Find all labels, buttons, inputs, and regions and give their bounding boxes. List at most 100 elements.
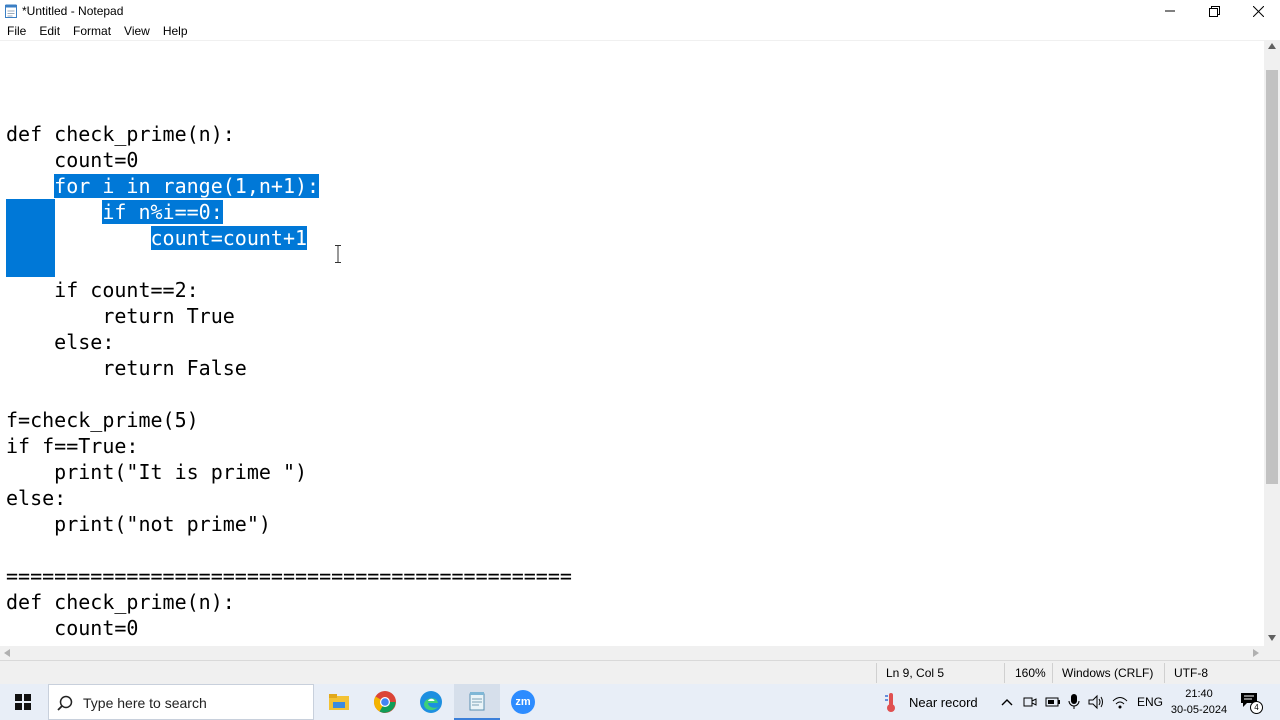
menu-file[interactable]: File <box>0 22 32 40</box>
minimize-icon <box>1165 10 1175 12</box>
notification-center-button[interactable]: 4 <box>1240 692 1263 714</box>
wifi-icon[interactable] <box>1112 694 1128 710</box>
line-ending: Windows (CRLF) <box>1062 666 1154 680</box>
code-line[interactable]: else: <box>6 329 114 355</box>
edge-icon <box>420 691 442 713</box>
code-line[interactable]: count=0 <box>6 147 138 173</box>
text-cursor-icon <box>335 245 341 263</box>
status-divider <box>876 663 877 683</box>
code-text: ========================================… <box>6 564 572 588</box>
code-line[interactable]: def check_prime(n): <box>6 121 235 147</box>
code-text: print("not prime") <box>6 512 271 536</box>
code-line[interactable]: print("It is prime ") <box>6 459 307 485</box>
thermometer-icon <box>885 693 895 712</box>
code-text: def check_prime(n): <box>6 122 235 146</box>
code-line[interactable]: return False <box>6 355 247 381</box>
selected-text: if n%i==0: <box>102 200 223 224</box>
code-text: count=0 <box>6 148 139 172</box>
status-divider <box>1052 663 1053 683</box>
code-line[interactable]: if count==2: <box>6 277 199 303</box>
close-icon <box>1252 5 1264 17</box>
restore-button[interactable] <box>1192 0 1236 22</box>
search-placeholder: Type here to search <box>83 695 207 711</box>
cursor-position: Ln 9, Col 5 <box>886 666 945 680</box>
selected-text: for i in range(1,n+1): <box>54 174 320 198</box>
scroll-down-icon[interactable] <box>1268 635 1276 641</box>
text-editor[interactable]: def check_prime(n): count=0 for i in ran… <box>0 40 1264 647</box>
menu-format[interactable]: Format <box>66 22 117 40</box>
taskbar-chrome[interactable] <box>362 684 408 720</box>
code-line[interactable]: for i in range(1,n+1): <box>6 173 320 199</box>
horizontal-scrollbar[interactable] <box>0 646 1264 660</box>
taskbar: Type here to search zm Near record ENG 2… <box>0 684 1280 720</box>
menu-bar: File Edit Format View Help <box>0 22 1280 40</box>
code-text: else: <box>6 330 115 354</box>
status-bar: Ln 9, Col 5 160% Windows (CRLF) UTF-8 <box>0 660 1280 685</box>
volume-icon[interactable] <box>1088 694 1106 710</box>
weather-widget[interactable]: Near record <box>882 684 978 720</box>
code-line[interactable]: count=count+1 <box>6 225 308 251</box>
taskbar-edge[interactable] <box>408 684 454 720</box>
taskbar-notepad[interactable] <box>454 684 500 720</box>
file-explorer-icon <box>329 694 349 710</box>
code-line[interactable]: else: <box>6 485 66 511</box>
system-clock[interactable]: 21:40 30-05-2024 <box>1168 686 1230 718</box>
window-title: *Untitled - Notepad <box>22 4 124 18</box>
taskbar-search-box[interactable]: Type here to search <box>48 684 314 720</box>
encoding: UTF-8 <box>1174 666 1208 680</box>
notepad-icon <box>469 692 485 711</box>
code-line[interactable]: f=check_prime(5) <box>6 407 199 433</box>
taskbar-zoom[interactable]: zm <box>500 684 546 720</box>
code-line[interactable]: return True <box>6 303 235 329</box>
meet-now-icon[interactable] <box>1023 695 1037 709</box>
code-line[interactable]: def check_prime(n): <box>6 589 235 615</box>
code-text: f=check_prime(5) <box>6 408 199 432</box>
restore-icon <box>1208 5 1220 17</box>
code-line[interactable]: if n%i==0: <box>6 199 223 225</box>
code-text: if f==True: <box>6 434 139 458</box>
weather-text: Near record <box>909 694 978 710</box>
status-divider <box>1004 663 1005 683</box>
code-text: count=0 <box>6 616 139 640</box>
scroll-up-icon[interactable] <box>1268 43 1276 49</box>
zoom-icon: zm <box>511 690 535 714</box>
microphone-icon[interactable] <box>1068 694 1080 710</box>
taskbar-file-explorer[interactable] <box>316 684 362 720</box>
zoom-icon-label: zm <box>515 696 531 708</box>
code-line[interactable]: print("not prime") <box>6 511 271 537</box>
start-button[interactable] <box>0 684 46 720</box>
code-text: else: <box>6 486 67 510</box>
status-divider <box>1164 663 1165 683</box>
minimize-button[interactable] <box>1148 0 1192 22</box>
code-text: if count==2: <box>6 278 199 302</box>
title-bar: *Untitled - Notepad <box>0 0 1280 22</box>
search-icon <box>57 695 73 711</box>
chrome-icon <box>374 691 396 713</box>
close-button[interactable] <box>1236 0 1280 22</box>
scroll-left-icon[interactable] <box>4 649 10 657</box>
vertical-scrollbar[interactable] <box>1264 40 1280 646</box>
clock-time: 21:40 <box>1185 688 1213 700</box>
menu-edit[interactable]: Edit <box>32 22 66 40</box>
input-language[interactable]: ENG <box>1137 684 1163 720</box>
code-text: return True <box>6 304 235 328</box>
code-line[interactable]: if f==True: <box>6 433 138 459</box>
notepad-app-icon <box>5 4 17 18</box>
chevron-up-icon[interactable] <box>1001 698 1013 706</box>
battery-icon[interactable] <box>1045 695 1061 709</box>
scroll-right-icon[interactable] <box>1253 649 1259 657</box>
clock-date: 30-05-2024 <box>1170 704 1228 716</box>
menu-help[interactable]: Help <box>156 22 194 40</box>
code-line[interactable]: count=0 <box>6 615 138 641</box>
code-line[interactable]: ========================================… <box>6 563 572 589</box>
menu-view[interactable]: View <box>117 22 156 40</box>
vertical-scroll-thumb[interactable] <box>1266 70 1278 484</box>
selected-text: count=count+1 <box>150 226 308 250</box>
code-text: def check_prime(n): <box>6 590 235 614</box>
windows-logo-icon <box>15 694 31 710</box>
notification-badge: 4 <box>1250 701 1263 714</box>
code-text: return False <box>6 356 247 380</box>
